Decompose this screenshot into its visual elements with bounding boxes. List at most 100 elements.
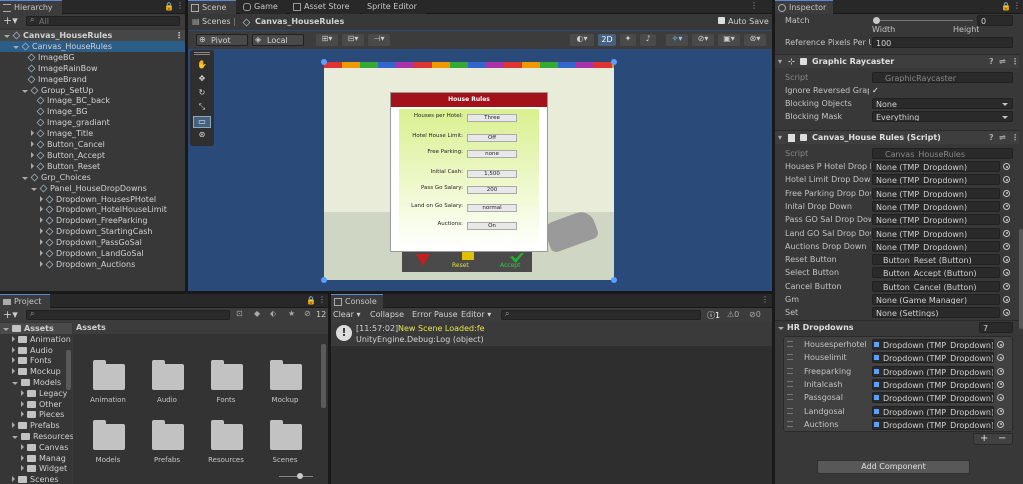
hierarchy-item[interactable]: ImageRainBow [22,63,98,74]
search-by-label-icon[interactable]: ⬖ [270,309,276,318]
script-field-value[interactable]: None (TMP_Dropdown) [872,200,1000,212]
rule-dropdown[interactable]: none [467,150,517,158]
chevron-right-icon[interactable] [12,476,15,483]
assets-scrollbar[interactable] [321,344,326,408]
blocking-objects-dropdown[interactable]: None [872,98,1013,109]
drag-handle-icon[interactable] [194,52,210,55]
clear-button[interactable]: Clear ▾ [333,310,360,319]
script-field-value[interactable]: None (Game Manager) [872,294,1000,305]
breadcrumb-current[interactable]: Canvas_HouseRules [255,17,344,26]
script-field-value[interactable]: Button_Accept (Button) [872,267,1000,279]
object-picker-icon[interactable] [1003,242,1010,250]
project-folder-item[interactable]: Scenes [12,474,59,484]
error-count[interactable]: ⊘0 [749,310,761,319]
tab-hierarchy[interactable]: Hierarchy [0,0,62,14]
project-folder-item[interactable]: Mockup [12,366,61,377]
chevron-right-icon[interactable] [40,260,43,267]
hr-item-value[interactable]: Dropdown (TMP_Dropdown) [872,418,994,430]
chevron-right-icon[interactable] [21,400,24,407]
zoom-slider[interactable] [279,476,313,477]
chevron-down-icon[interactable] [22,176,28,180]
object-picker-icon[interactable] [1003,189,1010,197]
chevron-down-icon[interactable] [3,328,9,331]
chevron-down-icon[interactable] [12,382,18,385]
autosave-checkbox[interactable] [718,17,725,24]
hr-item-value[interactable]: Dropdown (TMP_Dropdown) [872,365,994,377]
script-field-value[interactable]: Button_Cancel (Button) [872,280,1000,292]
project-folder-item[interactable]: Pieces [21,409,64,420]
script-field-value[interactable]: None (TMP_Dropdown) [872,161,1000,172]
chevron-right-icon[interactable] [12,368,15,375]
rotate-tool-icon[interactable]: ↻ [194,88,210,100]
hr-count-field[interactable]: 7 [979,322,1013,333]
object-picker-icon[interactable] [1003,216,1010,224]
more-menu-icon[interactable]: ⋮ [1011,131,1019,145]
settings-icon[interactable]: ⇌ [999,131,1006,145]
chevron-right-icon[interactable] [40,217,43,224]
lock-icon[interactable]: 🔒 [1001,2,1011,11]
object-picker-icon[interactable] [1003,269,1010,277]
object-picker-icon[interactable] [997,341,1004,348]
hand-tool-icon[interactable]: ✋ [194,60,210,72]
project-folder-item[interactable]: Audio [12,345,53,356]
object-picker-icon[interactable] [1003,202,1010,210]
rule-dropdown[interactable]: normal [467,204,517,212]
project-folder-item[interactable]: Widget [21,463,67,474]
hr-item-value[interactable]: Dropdown (TMP_Dropdown) [872,392,994,404]
collapse-button[interactable]: Collapse [370,310,404,319]
hierarchy-item[interactable]: Image_BG [31,106,88,117]
console-log-entry[interactable]: ! [11:57:02] New Scene Loaded:fe UnityEn… [331,322,772,346]
tab-inspector[interactable]: Inspector [775,0,833,14]
tab-scene[interactable]: Scene [188,0,236,14]
hierarchy-item[interactable]: Button_Cancel [31,139,105,150]
object-picker-icon[interactable] [1003,163,1010,170]
scale-tool-icon[interactable]: ⤡ [194,102,210,114]
chevron-down-icon[interactable]: ▾ [778,131,782,145]
project-folder-item[interactable]: Models [12,377,61,388]
object-picker-icon[interactable] [997,367,1004,375]
rect-handle[interactable] [611,277,617,283]
project-folder-item[interactable]: Other [21,399,62,410]
chevron-right-icon[interactable] [12,357,15,364]
project-folder-item[interactable]: Prefabs [12,420,60,431]
effects-icon[interactable]: ✧▾ [666,34,688,46]
folder-icon[interactable] [270,420,302,450]
more-menu-icon[interactable]: ⋮ [1011,55,1019,69]
console-search-input[interactable] [501,310,701,320]
chevron-down-icon[interactable]: ▾ [778,55,782,69]
rule-dropdown[interactable]: 200 [467,186,517,194]
script-field-value[interactable]: None (TMP_Dropdown) [872,240,1000,252]
hidden-packages-icon[interactable]: ⊘ [304,309,311,318]
lighting-icon[interactable]: ✦ [620,34,636,46]
accept-button[interactable]: Accept [500,262,520,269]
transform-tool-icon[interactable]: ⊛ [194,130,210,142]
chevron-right-icon[interactable] [12,422,15,429]
more-menu-icon[interactable]: ⋮ [176,1,184,10]
object-picker-icon[interactable] [997,380,1004,388]
chevron-right-icon[interactable] [31,151,34,158]
hierarchy-item[interactable]: Dropdown_Auctions [40,259,135,270]
move-tool-icon[interactable]: ✥ [194,74,210,86]
project-search-input[interactable] [26,310,230,320]
drag-handle-icon[interactable] [787,341,793,347]
chevron-right-icon[interactable] [21,389,24,396]
log-count[interactable]: ⓘ1 [707,310,720,321]
script-field-value[interactable]: None (Settings) [872,307,1000,319]
audio-icon[interactable]: ♪ [640,34,656,46]
rule-dropdown[interactable]: 1,500 [467,170,517,178]
rect-handle[interactable] [321,277,327,283]
match-slider[interactable] [875,20,973,21]
rect-handle[interactable] [321,59,327,65]
chevron-right-icon[interactable] [12,335,15,342]
chevron-right-icon[interactable] [40,206,43,213]
object-picker-icon[interactable] [1003,229,1010,237]
hierarchy-item[interactable]: Image_gradiant [31,117,110,128]
hr-item-value[interactable]: Dropdown (TMP_Dropdown) [872,339,994,350]
drag-handle-icon[interactable] [787,367,793,374]
favorite-icon[interactable]: ★ [288,309,295,318]
drag-handle-icon[interactable] [787,420,793,427]
project-folder-item[interactable]: Manag [21,453,66,464]
chevron-right-icon[interactable] [12,346,15,353]
hierarchy-item[interactable]: Dropdown_HousesPHotel [40,194,156,205]
drag-handle-icon[interactable] [787,394,793,401]
